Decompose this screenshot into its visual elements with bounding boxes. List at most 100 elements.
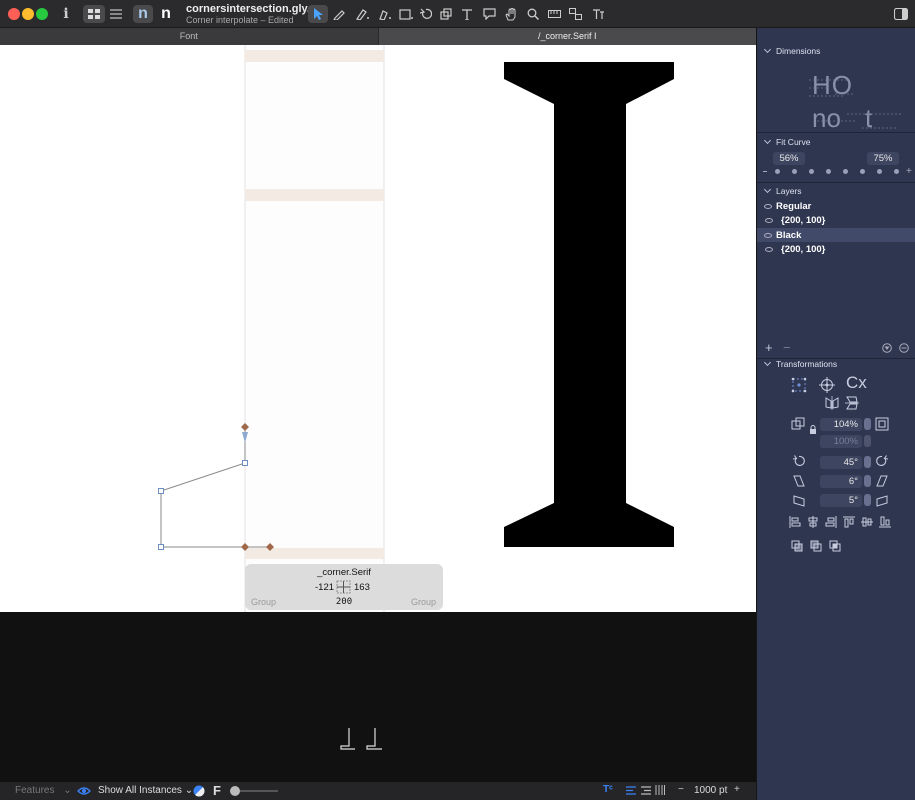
contrast-icon[interactable] — [193, 785, 205, 797]
transform-origin-grid-icon[interactable] — [791, 377, 807, 393]
node-bottom-left[interactable] — [158, 544, 164, 550]
fit-curve-min-field[interactable]: 56% — [773, 152, 805, 165]
fit-dot[interactable] — [877, 169, 882, 174]
text-tool[interactable] — [459, 5, 475, 23]
zoom-window-button[interactable] — [36, 8, 48, 20]
instances-dropdown[interactable]: Show All Instances ⌄ — [98, 785, 193, 796]
node-stem[interactable] — [242, 460, 248, 466]
skew-right-icon[interactable] — [876, 495, 888, 507]
fit-dot[interactable] — [843, 169, 848, 174]
scale-field[interactable]: 104% — [820, 418, 862, 431]
layer-row-black[interactable]: Black — [757, 228, 915, 242]
layer-row-brace-black[interactable]: {200, 100} — [757, 242, 915, 256]
component-y-value[interactable]: 163 — [354, 582, 370, 593]
slant-field[interactable]: 6° — [820, 475, 862, 488]
font-style-toggle[interactable]: F — [213, 783, 221, 798]
corner-path[interactable] — [160, 429, 246, 548]
zoom-in-button[interactable]: + — [734, 784, 740, 795]
rotate-cw-icon[interactable] — [876, 455, 888, 467]
slant-right-icon[interactable] — [876, 475, 888, 487]
edit-canvas[interactable] — [0, 45, 756, 612]
layers-header[interactable]: Layers — [763, 185, 802, 196]
fit-dot[interactable] — [894, 169, 899, 174]
fit-dot[interactable] — [809, 169, 814, 174]
preview-area[interactable] — [0, 612, 756, 782]
zoom-tool[interactable] — [525, 5, 541, 23]
layer-row-brace-regular[interactable]: {200, 100} — [757, 213, 915, 227]
edit-view-button[interactable]: n — [133, 5, 153, 23]
measure-tool[interactable] — [546, 5, 562, 23]
draw-tool[interactable] — [331, 5, 347, 23]
hand-tool[interactable] — [503, 5, 519, 23]
features-dropdown[interactable]: Features ⌄ — [15, 785, 72, 796]
scale-stepper[interactable] — [864, 418, 871, 430]
pen-tool-alt[interactable] — [375, 5, 393, 23]
align-bottom-edge-icon[interactable] — [879, 516, 891, 528]
text-options-icon[interactable]: Tᶜ — [603, 784, 613, 795]
component-x-value[interactable]: -121 — [315, 582, 334, 593]
node-left-top[interactable] — [158, 488, 164, 494]
primitives-tool[interactable] — [397, 5, 415, 23]
lock-icon[interactable] — [809, 425, 817, 435]
skew-left-icon[interactable] — [793, 495, 805, 507]
fit-minus-icon[interactable] — [763, 171, 767, 172]
skew-field[interactable]: 5° — [820, 494, 862, 507]
tab-glyph[interactable]: /_corner.Serif I — [377, 28, 756, 45]
tab-font[interactable]: Font — [0, 28, 378, 45]
align-left-icon[interactable] — [626, 786, 636, 795]
rotate-tool[interactable] — [418, 5, 434, 23]
fit-curve-slider[interactable]: + — [761, 166, 913, 177]
annotation-tool[interactable] — [481, 5, 497, 23]
right-group-label[interactable]: Group — [411, 597, 436, 607]
fit-dot[interactable] — [792, 169, 797, 174]
align-center-vertical-icon[interactable] — [861, 516, 873, 528]
slider-thumb[interactable] — [230, 786, 240, 796]
union-icon[interactable] — [791, 540, 803, 552]
info-button[interactable]: i — [60, 5, 72, 23]
layer-options-icon[interactable] — [899, 343, 909, 353]
scale-vertical-field[interactable]: 100% — [820, 435, 862, 448]
zoom-value[interactable]: 1000 pt — [694, 785, 727, 796]
layer-row-regular[interactable]: Regular — [757, 199, 915, 213]
skew-stepper[interactable] — [864, 494, 871, 506]
eye-icon[interactable] — [77, 786, 91, 796]
fit-curve-max-field[interactable]: 75% — [867, 152, 899, 165]
intersect-icon[interactable] — [829, 540, 841, 552]
align-top-edge-icon[interactable] — [843, 516, 855, 528]
add-layer-button[interactable]: + — [765, 340, 773, 355]
mirror-horizontal-icon[interactable] — [825, 396, 839, 410]
slant-stepper[interactable] — [864, 475, 871, 487]
zoom-out-button[interactable]: − — [678, 784, 684, 795]
select-tool[interactable] — [308, 5, 328, 23]
rotate-ccw-icon[interactable] — [793, 455, 805, 467]
close-window-button[interactable] — [8, 8, 20, 20]
toggle-sidebar-button[interactable] — [893, 5, 909, 23]
scale-up-icon[interactable] — [875, 417, 889, 431]
pen-tool[interactable] — [353, 5, 371, 23]
sort-tool[interactable] — [567, 5, 583, 23]
kerning-tool[interactable] — [590, 5, 606, 23]
fit-plus-icon[interactable]: + — [906, 166, 912, 177]
layer-filter-icon[interactable] — [882, 343, 892, 353]
align-right-edge-icon[interactable] — [825, 516, 837, 528]
rotate-stepper[interactable] — [864, 456, 871, 468]
crosshair-icon[interactable] — [819, 377, 835, 393]
vertical-text-icon[interactable] — [655, 785, 665, 795]
rotate-field[interactable]: 45° — [820, 456, 862, 469]
remove-layer-button[interactable]: − — [783, 340, 791, 355]
list-view-button[interactable] — [107, 5, 125, 23]
scale-down-icon[interactable] — [791, 417, 805, 431]
grid-view-button[interactable] — [83, 5, 105, 23]
preview-size-slider[interactable] — [230, 786, 278, 796]
center-x-button[interactable]: Cx — [846, 373, 867, 393]
fit-dot[interactable] — [860, 169, 865, 174]
dimensions-preview[interactable]: HO no t — [807, 66, 907, 136]
slant-left-icon[interactable] — [793, 475, 805, 487]
align-center-horizontal-icon[interactable] — [807, 516, 819, 528]
align-right-icon[interactable] — [641, 786, 651, 795]
transformations-header[interactable]: Transformations — [763, 358, 837, 369]
scale-vertical-stepper[interactable] — [864, 435, 871, 447]
scale-tool[interactable] — [438, 5, 454, 23]
subtract-icon[interactable] — [810, 540, 822, 552]
fit-dot[interactable] — [826, 169, 831, 174]
